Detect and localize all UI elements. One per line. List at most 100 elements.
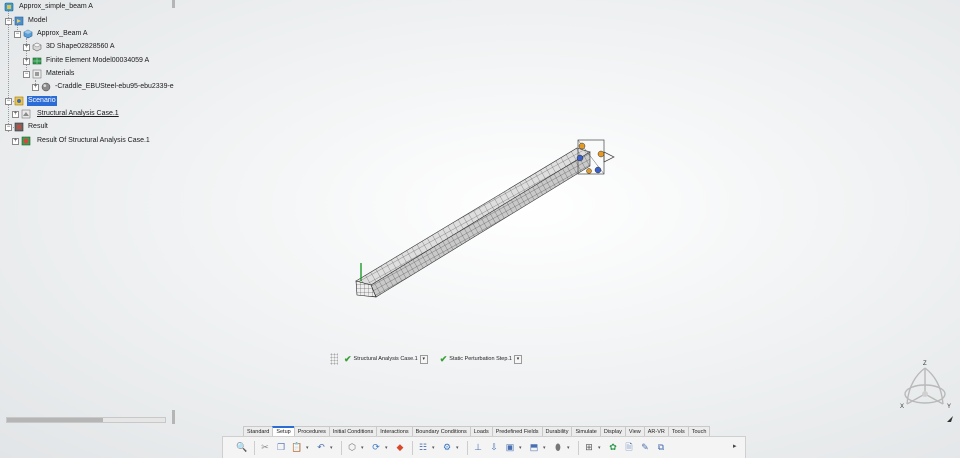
tree-item-scenario[interactable]: − Scenario xyxy=(4,95,57,107)
step-selector[interactable]: ✔ Static Perturbation Step.1 ▾ xyxy=(440,354,522,365)
cursor-icon xyxy=(947,416,953,422)
tab-standard[interactable]: Standard xyxy=(243,426,274,436)
check-icon: ✔ xyxy=(439,353,448,364)
results-icon[interactable]: ✿ xyxy=(606,441,620,455)
edit-icon[interactable]: ✎ xyxy=(638,441,652,455)
tab-touch[interactable]: Touch xyxy=(687,426,711,436)
step-icon[interactable]: ▣ xyxy=(503,441,517,455)
tree-vertical-scrollbar[interactable] xyxy=(172,410,175,424)
tree-item-fem[interactable]: + Finite Element Model00034059 A xyxy=(22,55,150,67)
result-case-icon xyxy=(21,136,31,146)
chevron-down-icon[interactable]: ▾ xyxy=(543,445,548,451)
tab-loads[interactable]: Loads xyxy=(469,426,493,436)
chevron-down-icon[interactable]: ▾ xyxy=(361,445,366,451)
tab-initial-conditions[interactable]: Initial Conditions xyxy=(328,426,378,436)
tab-procedures[interactable]: Procedures xyxy=(293,426,330,436)
tab-interactions[interactable]: Interactions xyxy=(376,426,413,436)
tree-analysis-case-label: Structural Analysis Case.1 xyxy=(37,110,119,117)
copy-icon[interactable]: ❐ xyxy=(274,441,288,455)
fixture-icon[interactable]: ⊥ xyxy=(471,441,485,455)
undo-icon[interactable]: ↶ xyxy=(314,441,328,455)
tab-simulate[interactable]: Simulate xyxy=(571,426,601,436)
action-bar-tools: 🔍 ✂ ❐ 📋 ▾ ↶ ▾ ⬡ ▾ ⟳ ▾ ◆ ☷ ▾ ⚙ ▾ ⊥ ⇩ ▣ ▾ … xyxy=(222,436,746,458)
expand-toggle[interactable]: + xyxy=(23,44,30,51)
tree-item-materials[interactable]: − Materials xyxy=(22,68,75,80)
analysis-case-selector[interactable]: ✔ Structural Analysis Case.1 ▾ xyxy=(344,354,428,365)
simulate-icon[interactable]: ⬮ xyxy=(551,441,565,455)
update-icon[interactable]: ⟳ xyxy=(369,441,383,455)
3d-shape-icon xyxy=(32,42,42,52)
tree-item-material[interactable]: + -Craddle_EBUSteel-ebu95-ebu2339-e xyxy=(31,81,175,93)
tab-predefined-fields[interactable]: Predefined Fields xyxy=(491,426,543,436)
tree-item-result[interactable]: − Result xyxy=(4,121,49,133)
tree-item-model[interactable]: − Model xyxy=(4,15,48,27)
collapse-toggle[interactable]: − xyxy=(5,98,12,105)
chart-icon[interactable]: ⊞ xyxy=(582,441,596,455)
load-icon[interactable]: ⇩ xyxy=(487,441,501,455)
collapse-toggle[interactable]: − xyxy=(5,124,12,131)
chevron-down-icon[interactable]: ▾ xyxy=(385,445,390,451)
chevron-down-icon[interactable]: ▾ xyxy=(598,445,603,451)
tab-durability[interactable]: Durability xyxy=(541,426,573,436)
tab-setup[interactable]: Setup xyxy=(272,426,295,436)
chevron-down-icon[interactable]: ▾ xyxy=(567,445,572,451)
chevron-down-icon[interactable]: ▾ xyxy=(306,445,311,451)
analysis-case-selector-label: Structural Analysis Case.1 xyxy=(353,356,418,362)
tree-material-label: -Craddle_EBUSteel-ebu95-ebu2339-e xyxy=(55,83,174,90)
divider xyxy=(412,440,413,455)
expand-toggle[interactable]: + xyxy=(32,84,39,91)
product-root-icon xyxy=(4,2,14,12)
collapse-toggle[interactable]: − xyxy=(5,18,12,25)
tree-item-result-case[interactable]: + Result Of Structural Analysis Case.1 xyxy=(12,135,151,147)
tree-vertical-scrollbar-top[interactable] xyxy=(172,0,175,8)
expand-toggle[interactable]: + xyxy=(12,111,19,118)
tree-item-analysis-case[interactable]: + Structural Analysis Case.1 xyxy=(12,108,120,120)
tree-beam-label: Approx_Beam A xyxy=(37,30,88,37)
paste-icon[interactable]: 📋 xyxy=(290,441,304,455)
chevron-down-icon[interactable]: ▾ xyxy=(456,445,461,451)
collapse-toggle[interactable]: − xyxy=(14,31,21,38)
tree-horizontal-scrollbar[interactable] xyxy=(6,417,166,423)
more-tools-arrow[interactable]: ▸ xyxy=(733,442,737,450)
tab-boundary-conditions[interactable]: Boundary Conditions xyxy=(411,426,471,436)
specification-tree[interactable]: Approx_simple_beam A − Model − Approx_Be… xyxy=(0,0,200,150)
chevron-down-icon[interactable]: ▾ xyxy=(432,445,437,451)
material-palette-icon[interactable]: ◆ xyxy=(393,441,407,455)
analysis-case-icon xyxy=(21,109,31,119)
chevron-down-icon[interactable]: ▾ xyxy=(513,354,522,364)
divider xyxy=(467,440,468,455)
expand-toggle[interactable]: + xyxy=(23,58,30,65)
cut-icon[interactable]: ✂ xyxy=(258,441,272,455)
chevron-down-icon[interactable]: ▾ xyxy=(519,445,524,451)
toolbar-grip[interactable] xyxy=(330,353,338,365)
scrollbar-thumb[interactable] xyxy=(7,418,103,422)
expand-toggle[interactable]: + xyxy=(12,138,19,145)
tree-root[interactable]: Approx_simple_beam A xyxy=(4,1,94,13)
tab-ar-vr[interactable]: AR-VR xyxy=(643,426,669,436)
report-icon[interactable]: 🗎 xyxy=(622,441,636,455)
tree-item-3d-shape[interactable]: + 3D Shape02828560 A xyxy=(22,41,116,53)
divider xyxy=(254,440,255,455)
beam-mesh[interactable] xyxy=(355,147,591,298)
collapse-toggle[interactable]: − xyxy=(23,71,30,78)
mesh-settings-icon[interactable]: ⚙ xyxy=(440,441,454,455)
part-icon xyxy=(23,29,33,39)
export-icon[interactable]: ⧉ xyxy=(654,441,668,455)
shape-icon[interactable]: ⬡ xyxy=(345,441,359,455)
material-sphere-icon xyxy=(41,82,51,92)
chevron-down-icon[interactable]: ▾ xyxy=(419,354,428,364)
tab-view[interactable]: View xyxy=(624,426,645,436)
action-bar-section-tabs: Standard Setup Procedures Initial Condition… xyxy=(243,426,711,436)
tab-display[interactable]: Display xyxy=(599,426,626,436)
tab-tools[interactable]: Tools xyxy=(667,426,689,436)
divider xyxy=(341,440,342,455)
check-icon: ✔ xyxy=(344,353,352,364)
tree-materials-label: Materials xyxy=(46,70,75,77)
tree-result-case-label: Result Of Structural Analysis Case.1 xyxy=(37,137,150,144)
tree-item-beam[interactable]: − Approx_Beam A xyxy=(13,28,89,40)
chevron-down-icon[interactable]: ▾ xyxy=(330,445,335,451)
output-icon[interactable]: ⬒ xyxy=(527,441,541,455)
orientation-compass[interactable]: Z X Y xyxy=(895,358,955,426)
table-icon[interactable]: ☷ xyxy=(416,441,430,455)
zoom-icon[interactable]: 🔍 xyxy=(235,441,249,455)
